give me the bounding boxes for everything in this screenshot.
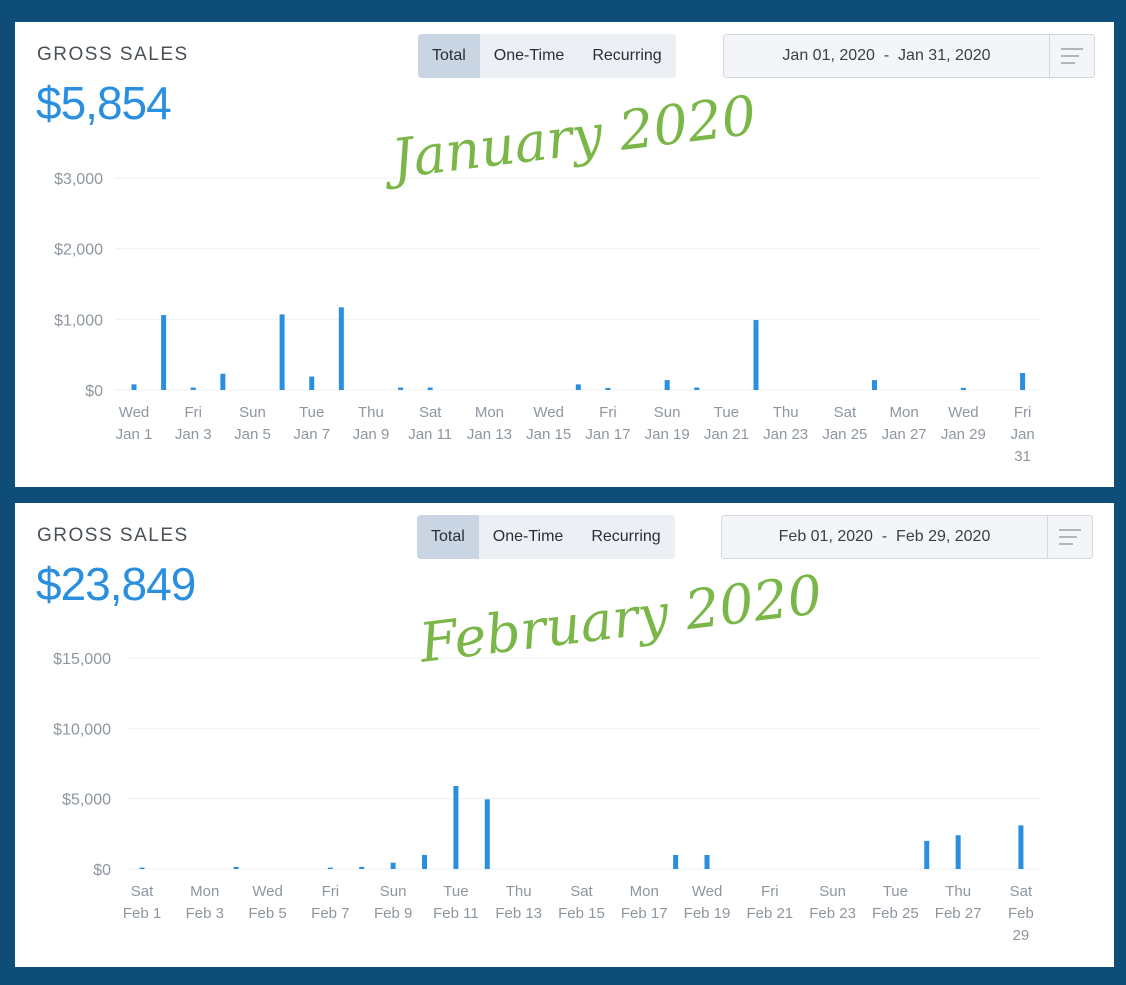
x-tick-label: Sat Jan 11 (408, 404, 452, 443)
bar-jan-4[interactable] (220, 373, 226, 390)
bar-feb-7[interactable] (327, 867, 333, 869)
x-tick-label: Fri Jan 3 (175, 404, 212, 443)
x-tick-label: Tue Feb 25 (872, 883, 919, 922)
bar-jan-29[interactable] (960, 387, 966, 390)
bar-jan-8[interactable] (338, 307, 344, 390)
x-tick-label: Sat Feb 1 (123, 883, 161, 922)
x-tick-label: Wed Feb 5 (248, 883, 286, 922)
bar-jan-17[interactable] (605, 387, 611, 390)
bar-jan-2[interactable] (161, 315, 167, 390)
gross-sales-chart-january: $0 $1,000 $2,000 $3,000 Wed Jan 1 Fri Jan 3 Sun J… (54, 171, 1040, 465)
x-tick-label: Sun Jan 19 (645, 404, 690, 443)
x-tick-label: Fri Feb 21 (746, 883, 793, 922)
bar-feb-8[interactable] (359, 866, 365, 869)
bar-feb-18[interactable] (673, 854, 679, 869)
x-tick-label: Fri Jan 31 (1011, 404, 1035, 465)
x-tick-label: Wed Feb 19 (684, 883, 731, 922)
x-tick-label: Tue Jan 7 (293, 404, 330, 443)
bar-feb-1[interactable] (139, 867, 145, 869)
x-tick-label: Mon Jan 13 (467, 404, 512, 443)
bar-feb-19[interactable] (704, 854, 710, 869)
y-tick-label: $5,000 (62, 792, 111, 809)
bar-jan-11[interactable] (427, 387, 433, 390)
bar-feb-4[interactable] (233, 866, 239, 869)
bar-jan-26[interactable] (872, 380, 877, 390)
bar-feb-10[interactable] (422, 854, 428, 869)
y-tick-label: $1,000 (54, 312, 103, 329)
x-tick-label: Sat Feb 29 (1008, 883, 1034, 944)
x-tick-label: Sat Feb 15 (558, 883, 605, 922)
bar-jan-19[interactable] (664, 380, 670, 390)
gross-sales-panel-january: GROSS SALES $5,854 Total One-Time Recurr… (15, 22, 1114, 487)
x-tick-label: Fri Jan 17 (585, 404, 630, 443)
x-tick-label: Wed Jan 1 (116, 404, 153, 443)
bar-feb-9[interactable] (390, 862, 396, 869)
x-tick-label: Wed Jan 15 (526, 404, 571, 443)
x-tick-label: Sun Jan 5 (234, 404, 271, 443)
bar-jan-7[interactable] (309, 376, 315, 390)
bar-jan-10[interactable] (398, 387, 404, 390)
y-tick-label: $0 (93, 862, 111, 879)
x-tick-label: Mon Feb 3 (186, 883, 224, 922)
bar-feb-29[interactable] (1018, 825, 1024, 869)
y-tick-label: $2,000 (54, 242, 103, 259)
x-tick-label: Tue Feb 11 (433, 883, 479, 922)
x-tick-label: Mon Feb 17 (621, 883, 668, 922)
x-tick-label: Thu Jan 23 (763, 404, 808, 443)
gross-sales-chart-february: $0 $5,000 $10,000 $15,000 Sat Feb 1 Mon Feb 3 We… (53, 651, 1040, 944)
y-tick-label: $15,000 (53, 651, 111, 668)
bar-jan-22[interactable] (753, 320, 759, 390)
y-tick-label: $3,000 (54, 171, 103, 188)
x-tick-label: Fri Feb 7 (311, 883, 349, 922)
bar-jan-31[interactable] (1020, 373, 1026, 390)
x-tick-label: Tue Jan 21 (704, 404, 749, 443)
x-tick-label: Sun Feb 23 (809, 883, 856, 922)
bar-jan-20[interactable] (694, 387, 700, 390)
x-tick-label: Thu Feb 27 (935, 883, 982, 922)
y-tick-label: $10,000 (53, 721, 111, 738)
bar-feb-11[interactable] (453, 786, 459, 869)
bar-feb-12[interactable] (484, 799, 490, 869)
bar-feb-26[interactable] (924, 840, 930, 869)
x-tick-label: Sun Feb 9 (374, 883, 412, 922)
bar-jan-16[interactable] (575, 384, 581, 390)
x-tick-label: Mon Jan 27 (882, 404, 927, 443)
x-tick-label: Thu Jan 9 (353, 404, 390, 443)
gross-sales-panel-february: GROSS SALES $23,849 Total One-Time Recur… (15, 503, 1114, 967)
y-tick-label: $0 (85, 383, 103, 400)
x-tick-label: Wed Jan 29 (941, 404, 986, 443)
bar-jan-1[interactable] (131, 384, 137, 390)
bar-feb-27[interactable] (955, 835, 961, 869)
x-tick-label: Sat Jan 25 (822, 404, 867, 443)
x-tick-label: Thu Feb 13 (495, 883, 542, 922)
bar-jan-6[interactable] (279, 314, 285, 390)
bar-jan-3[interactable] (190, 387, 196, 390)
